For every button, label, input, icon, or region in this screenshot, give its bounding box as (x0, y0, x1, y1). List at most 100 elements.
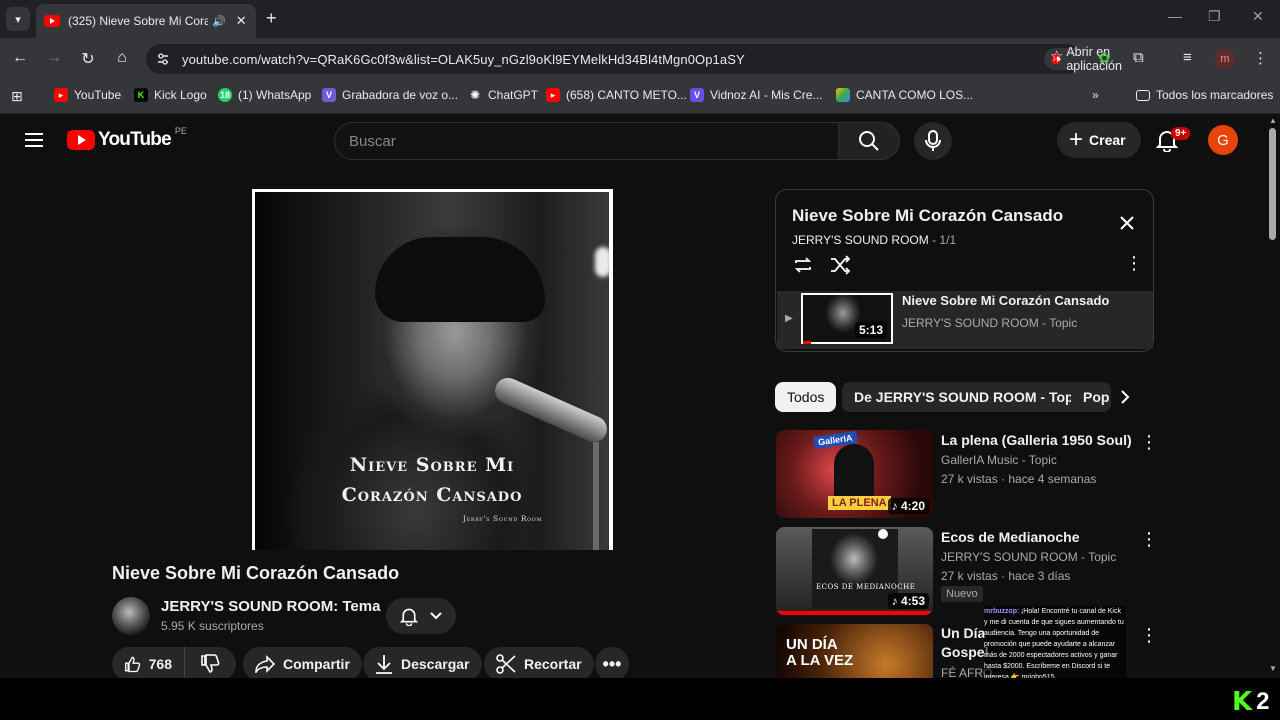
address-bar[interactable]: youtube.com/watch?v=QRaK6Gc0f3w&list=OLA… (146, 44, 1136, 74)
video-title: Nieve Sobre Mi Corazón Cansado (112, 563, 400, 583)
scrollbar-thumb[interactable] (1269, 128, 1276, 240)
google-drive-icon (836, 88, 850, 102)
scroll-down-icon[interactable]: ▼ (1269, 664, 1277, 673)
create-label: Crear (1089, 132, 1126, 148)
cover-title-line1: Nieve Sobre Mi (349, 454, 515, 476)
more-actions-icon[interactable]: ••• (595, 647, 629, 678)
thumbs-down-icon (201, 654, 220, 673)
chip-todos[interactable]: Todos (775, 382, 837, 412)
playlist-subtitle: JERRY'S SOUND ROOM - 1/1 (792, 233, 956, 247)
more-bookmarks-chevron-icon[interactable]: » (1092, 88, 1099, 102)
voice-search-button[interactable] (914, 122, 952, 160)
new-tab-button[interactable]: + (266, 8, 277, 29)
forward-button[interactable]: → (44, 49, 64, 67)
site-settings-icon[interactable] (156, 52, 170, 66)
recommendation-more-icon[interactable]: ⋮ (1140, 625, 1158, 646)
bookmark-grabadora[interactable]: V Grabadora de voz o... (322, 88, 458, 102)
back-button[interactable]: ← (10, 49, 30, 67)
loop-icon[interactable] (792, 255, 814, 275)
dislike-button[interactable] (185, 647, 235, 678)
recommendation-thumbnail[interactable]: ECOS DE MEDIANOCHE ♪ 4:53 (776, 527, 933, 615)
youtube-logo[interactable]: YouTube PE (67, 126, 187, 151)
thumb-title-line1: UN DÍA (786, 636, 838, 653)
bookmark-kick-logo[interactable]: K Kick Logo (134, 88, 207, 102)
album-cover-image: Nieve Sobre Mi Corazón Cansado Jerry's S… (255, 192, 609, 550)
notification-count-badge: 9+ (1171, 127, 1191, 140)
recommendation-title-line2[interactable]: Gospel (941, 644, 988, 660)
playlist-more-icon[interactable]: ⋮ (1125, 254, 1143, 272)
bell-icon (399, 608, 418, 626)
extension-clover-icon[interactable]: ✿ (1098, 49, 1111, 67)
chip-pop[interactable]: Pop (1071, 382, 1111, 412)
recommendation-more-icon[interactable]: ⋮ (1140, 432, 1158, 453)
shuffle-icon[interactable] (829, 255, 851, 275)
thumb-portrait (812, 529, 898, 609)
speaker-icon[interactable]: 🔊 (212, 15, 226, 28)
stream-bottom-band (0, 678, 1280, 720)
recommendation-channel[interactable]: JERRY'S SOUND ROOM - Topic (941, 550, 1116, 564)
recommendation-more-icon[interactable]: ⋮ (1140, 529, 1158, 550)
clip-label: Recortar (524, 656, 582, 672)
thumb-title-line2: A LA VEZ (786, 652, 854, 669)
video-player[interactable]: Nieve Sobre Mi Corazón Cansado Jerry's S… (252, 189, 613, 550)
recommendation-channel[interactable]: GallerIA Music - Topic (941, 453, 1057, 467)
search-button[interactable] (838, 122, 900, 160)
recommendation-title[interactable]: La plena (Galleria 1950 Soul) (941, 432, 1132, 448)
apps-grid-icon[interactable]: ⊞ (11, 88, 23, 105)
playlist-channel[interactable]: JERRY'S SOUND ROOM (792, 233, 929, 247)
bookmark-whatsapp[interactable]: 18 (1) WhatsApp (218, 88, 311, 102)
create-button[interactable]: + Crear (1057, 122, 1141, 158)
playlist-item-current[interactable]: ▶ 5:13 Nieve Sobre Mi Corazón Cansado JE… (777, 291, 1153, 349)
vidnoz-icon: V (690, 88, 704, 102)
recommendation-thumbnail[interactable]: GallerIA LA PLENA ♪ 4:20 (776, 430, 933, 518)
minimize-button[interactable]: — (1168, 8, 1182, 24)
duration-badge: 5:13 (854, 322, 887, 338)
subscription-notifications-button[interactable] (386, 598, 456, 634)
channel-name[interactable]: JERRY'S SOUND ROOM: Tema (161, 598, 380, 615)
account-avatar[interactable]: G (1208, 125, 1238, 155)
recommendation-meta: 27 k vistas · hace 3 días (941, 569, 1071, 583)
all-bookmarks-folder[interactable]: Todos los marcadores (1136, 88, 1273, 102)
whatsapp-icon: 18 (218, 88, 232, 102)
extensions-puzzle-icon[interactable]: ⧉ (1133, 49, 1144, 66)
maximize-button[interactable]: ❐ (1208, 8, 1221, 25)
download-button[interactable]: Descargar (363, 647, 482, 678)
recommendation-title[interactable]: Ecos de Medianoche (941, 529, 1079, 545)
tab-search-button[interactable]: ▾ (6, 7, 30, 31)
recommendation-title[interactable]: Un Día (941, 625, 985, 641)
search-box[interactable] (334, 122, 839, 160)
stream-chat-overlay: mrbuzzop: ¡Hola! Encontré tu canal de Ki… (984, 606, 1126, 683)
bookmark-canta-como[interactable]: CANTA COMO LOS... (836, 88, 973, 102)
country-code: PE (174, 126, 187, 136)
chevron-right-icon[interactable] (1118, 388, 1132, 406)
scroll-up-icon[interactable]: ▲ (1269, 116, 1277, 125)
chip-channel[interactable]: De JERRY'S SOUND ROOM - Topic (842, 382, 1098, 412)
close-tab-icon[interactable]: ✕ (236, 13, 247, 29)
close-icon[interactable] (1119, 215, 1135, 231)
search-input[interactable] (349, 132, 838, 150)
bookmark-youtube[interactable]: ▸ YouTube (54, 88, 121, 102)
playlist-title[interactable]: Nieve Sobre Mi Corazón Cansado (792, 206, 1063, 226)
menu-hamburger-icon[interactable] (25, 133, 43, 151)
youtube-favicon-icon (44, 15, 60, 27)
media-control-icon[interactable]: ≡ (1183, 49, 1192, 66)
logo-wordmark: YouTube (98, 129, 172, 150)
close-window-button[interactable]: ✕ (1252, 8, 1264, 25)
page-scrollbar[interactable]: ▲ ▼ (1266, 114, 1280, 678)
bookmark-vidnoz[interactable]: V Vidnoz AI - Mis Cre... (690, 88, 822, 102)
reload-button[interactable]: ↻ (78, 49, 98, 69)
home-button[interactable]: ⌂ (112, 49, 132, 67)
browser-profile-avatar[interactable]: m (1215, 49, 1235, 69)
recommendation-thumbnail[interactable]: UN DÍA A LA VEZ (776, 624, 933, 678)
bookmark-canto-meto[interactable]: ▸ (658) CANTO METO... (546, 88, 687, 102)
chrome-menu-icon[interactable]: ⋮ (1253, 49, 1268, 67)
channel-avatar[interactable] (112, 597, 150, 635)
share-button[interactable]: Compartir (243, 647, 362, 678)
bookmark-chatgpt[interactable]: ✺ ChatGPT (468, 88, 538, 102)
like-button[interactable]: 768 (112, 647, 185, 678)
active-tab[interactable]: (325) Nieve Sobre Mi Corazón 🔊 ✕ (36, 4, 256, 38)
clip-button[interactable]: Recortar (484, 647, 594, 678)
bookmark-label: ChatGPT (488, 88, 539, 102)
cover-title-line2: Corazón Cansado (341, 484, 523, 506)
bookmark-star-icon[interactable]: ☆ (1050, 47, 1063, 65)
